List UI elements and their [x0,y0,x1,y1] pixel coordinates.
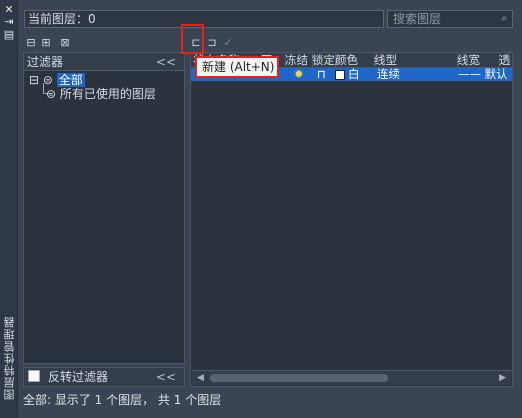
filter-panel: 过滤器 << ⊟ ⊜ 全部 ⊜ 所有已使用的图层 [23,52,185,364]
search-layer-field[interactable]: 搜索图层 ⌕ [387,10,513,28]
layer-states-manager-icon[interactable]: ⊠ [58,35,72,51]
column-lineweight[interactable]: 线宽 [455,53,500,68]
palette-title: 图层特性管理器 [3,316,16,400]
layer-color[interactable]: 白 [346,68,360,81]
filter-panel-header: 过滤器 << [24,53,184,71]
properties-icon[interactable]: ▤ [2,28,16,42]
collapse-filter-icon[interactable]: << [156,53,176,71]
tree-item-used-layers-label: 所有已使用的图层 [59,87,156,101]
new-property-filter-icon[interactable]: ⊟ [24,35,38,51]
delete-layer-icon[interactable]: ⊐ [206,35,218,51]
tree-item-used-layers[interactable]: ⊜ 所有已使用的图层 [46,87,156,101]
pin-icon[interactable]: ⇥ [2,15,16,29]
scroll-thumb[interactable] [210,374,388,382]
scroll-right-icon[interactable]: ▶ [499,371,506,386]
side-title-bar: ✕ ⇥ ▤ 图层特性管理器 [0,0,18,418]
current-layer-display: 当前图层：0 [24,10,384,28]
tree-item-all[interactable]: ⊟ ⊜ 全部 [29,73,85,87]
invert-filter-row: 反转过滤器 << [23,367,185,387]
column-transparency[interactable]: 透 [497,53,514,68]
search-icon[interactable]: ⌕ [501,11,507,27]
layer-linetype[interactable]: 连续 [375,68,400,81]
highlight-new-layer [181,24,204,54]
collapse-filter-icon[interactable]: << [156,368,176,386]
horizontal-scrollbar[interactable]: ◀ ▶ [192,370,511,385]
new-layer-tooltip: 新建 (Alt+N) [195,56,279,78]
layer-lineweight[interactable]: —— 默认 [456,68,508,81]
column-color[interactable]: 颜色 [333,53,375,68]
set-current-icon[interactable]: ✓ [222,35,234,51]
status-bar: 全部: 显示了 1 个图层， 共 1 个图层 [23,393,222,407]
lock-icon[interactable]: ⊓ [315,68,326,81]
layer-filter-icon: ⊜ [46,87,57,101]
column-linetype[interactable]: 线型 [372,53,458,68]
search-placeholder: 搜索图层 [393,12,442,26]
invert-filter-label: 反转过滤器 [48,370,109,384]
sun-icon[interactable]: ✹ [292,68,304,81]
column-freeze[interactable]: 冻结 [283,53,313,68]
tree-expander-icon[interactable]: ⊟ [29,73,39,87]
filter-panel-title: 过滤器 [27,55,64,69]
color-swatch[interactable] [335,70,345,80]
new-group-filter-icon[interactable]: ⊞ [39,35,53,51]
invert-filter-checkbox[interactable] [28,370,40,382]
layer-grid: 状态 名称 开 冻结 锁定 颜色 线型 线宽 透 ✹ ⊓ 白 连续 —— 默认 … [190,52,513,387]
tree-item-all-label: 全部 [56,73,85,87]
scroll-left-icon[interactable]: ◀ [197,371,204,386]
